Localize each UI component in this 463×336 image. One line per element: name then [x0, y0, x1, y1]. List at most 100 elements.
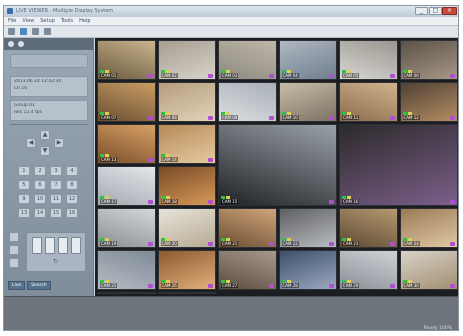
sidebar-home-icon[interactable] [8, 41, 14, 47]
camera-tile[interactable]: CAM 21 [218, 208, 277, 248]
camera-grid: CAM 01 CAM 02 CAM 03 CAM 04 CAM 05 CAM 06 CAM … [95, 38, 458, 296]
camera-tile[interactable]: CAM 11 [339, 82, 398, 122]
camera-tile[interactable]: CAM 09 [218, 82, 277, 122]
layout-selector: ↻ [26, 232, 86, 272]
channel-key-1[interactable]: 1 [18, 166, 30, 176]
layout-9-button[interactable] [58, 237, 68, 254]
layout-16-button[interactable] [71, 237, 81, 254]
menu-file[interactable]: File [8, 18, 16, 24]
camera-tile[interactable]: CAM 20 [157, 208, 216, 248]
alarm-icon [268, 284, 274, 288]
title-bar[interactable]: LIVE VIEWER - Multiple Display System _ … [4, 6, 458, 17]
menu-tools[interactable]: Tools [61, 18, 73, 24]
channel-key-3[interactable]: 3 [50, 166, 62, 176]
camera-tile[interactable]: CAM 18 [157, 166, 216, 206]
menu-help[interactable]: Help [79, 18, 90, 24]
camera-tile[interactable]: CAM 02 [157, 40, 216, 80]
camera-tile[interactable]: CAM 17 [97, 166, 156, 206]
menu-view[interactable]: View [22, 18, 34, 24]
menu-setup[interactable]: Setup [40, 18, 55, 24]
camera-label: CAM 26 [160, 283, 178, 288]
camera-tile[interactable]: CAM 19 [97, 208, 156, 248]
camera-tile[interactable]: CAM 24 [399, 208, 458, 248]
channel-key-7[interactable]: 7 [50, 180, 62, 190]
channel-key-10[interactable]: 10 [34, 194, 46, 204]
datetime-panel: 2013.06.24 12:42:30 Ch 16 [10, 76, 88, 97]
ptz-left-button[interactable]: ◀ [26, 138, 36, 148]
ptz-down-button[interactable]: ▼ [40, 146, 50, 156]
zoom-out-icon[interactable] [9, 245, 19, 255]
camera-tile[interactable]: CAM 32 [157, 292, 216, 294]
focus-icon[interactable] [9, 258, 19, 268]
camera-label: CAM 28 [281, 283, 299, 288]
camera-tile[interactable]: CAM 29 [339, 250, 398, 290]
sidebar-menu-icon[interactable] [18, 41, 24, 47]
channel-key-16[interactable]: 16 [66, 208, 78, 218]
alarm-icon [147, 284, 153, 288]
settings-icon[interactable] [44, 28, 51, 35]
alarm-icon [329, 242, 334, 246]
channel-key-15[interactable]: 15 [50, 208, 62, 218]
camera-tile[interactable]: CAM 06 [399, 40, 458, 80]
zoom-in-icon[interactable] [9, 232, 19, 242]
camera-tile[interactable]: CAM 30 [399, 250, 458, 290]
alarm-icon [147, 200, 153, 204]
camera-tile[interactable]: CAM 03 [218, 40, 277, 80]
channel-key-12[interactable]: 12 [66, 194, 78, 204]
camera-tile[interactable]: CAM 14 [157, 124, 216, 164]
channel-key-11[interactable]: 11 [50, 194, 62, 204]
camera-tile[interactable]: CAM 04 [278, 40, 337, 80]
channel-key-13[interactable]: 13 [18, 208, 30, 218]
camera-tile[interactable]: CAM 26 [157, 250, 216, 290]
alarm-icon [329, 116, 334, 120]
camera-label: CAM 20 [160, 241, 178, 246]
alarm-icon [450, 284, 455, 288]
channel-key-9[interactable]: 9 [18, 194, 30, 204]
alarm-icon [208, 284, 213, 288]
alarm-icon [329, 74, 334, 78]
layout-rotate-icon[interactable]: ↻ [53, 258, 58, 265]
camera-tile[interactable]: CAM 12 [399, 82, 458, 122]
camera-tile[interactable]: CAM 22 [278, 208, 337, 248]
camera-tile[interactable]: CAM 16 [339, 124, 458, 206]
camera-tile[interactable]: CAM 31 [97, 292, 156, 294]
camera-tile[interactable]: CAM 27 [218, 250, 277, 290]
channel-key-4[interactable]: 4 [66, 166, 78, 176]
alarm-icon [208, 116, 213, 120]
layout-4-button[interactable] [45, 237, 55, 254]
tab-search[interactable]: Search [27, 281, 51, 290]
channel-key-5[interactable]: 5 [18, 180, 30, 190]
camera-label: CAM 18 [160, 199, 178, 204]
channel-key-2[interactable]: 2 [34, 166, 46, 176]
live-view-icon[interactable] [20, 28, 27, 35]
camera-tile[interactable]: CAM 07 [97, 82, 156, 122]
camera-tile[interactable]: CAM 28 [278, 250, 337, 290]
tab-live[interactable]: Live [8, 281, 26, 290]
camera-tile[interactable]: CAM 25 [97, 250, 156, 290]
maximize-button[interactable]: □ [429, 7, 442, 15]
alarm-icon [268, 116, 274, 120]
close-button[interactable]: × [442, 7, 457, 15]
camera-label: CAM 30 [402, 283, 420, 288]
camera-tile[interactable]: CAM 10 [278, 82, 337, 122]
camera-tile[interactable]: CAM 08 [157, 82, 216, 122]
sidebar-divider [10, 124, 88, 125]
camera-tile[interactable]: CAM 23 [339, 208, 398, 248]
ptz-right-button[interactable]: ▶ [54, 138, 64, 148]
channel-key-6[interactable]: 6 [34, 180, 46, 190]
camera-tile[interactable]: CAM 01 [97, 40, 156, 80]
camera-label: CAM 07 [100, 115, 118, 120]
camera-tile[interactable]: CAM 13 [97, 124, 156, 164]
camera-tile[interactable]: CAM 05 [339, 40, 398, 80]
channel-key-14[interactable]: 14 [34, 208, 46, 218]
camera-tile[interactable]: CAM 15 [218, 124, 337, 206]
layout-1-button[interactable] [32, 237, 42, 254]
ptz-up-button[interactable]: ▲ [40, 130, 50, 140]
minimize-button[interactable]: _ [415, 7, 428, 15]
menu-bar: File View Setup Tools Help [4, 17, 458, 26]
playback-icon[interactable] [32, 28, 39, 35]
home-icon[interactable] [8, 28, 15, 35]
sidebar-header [4, 38, 93, 50]
channel-key-8[interactable]: 8 [66, 180, 78, 190]
camera-label: CAM 25 [100, 283, 118, 288]
